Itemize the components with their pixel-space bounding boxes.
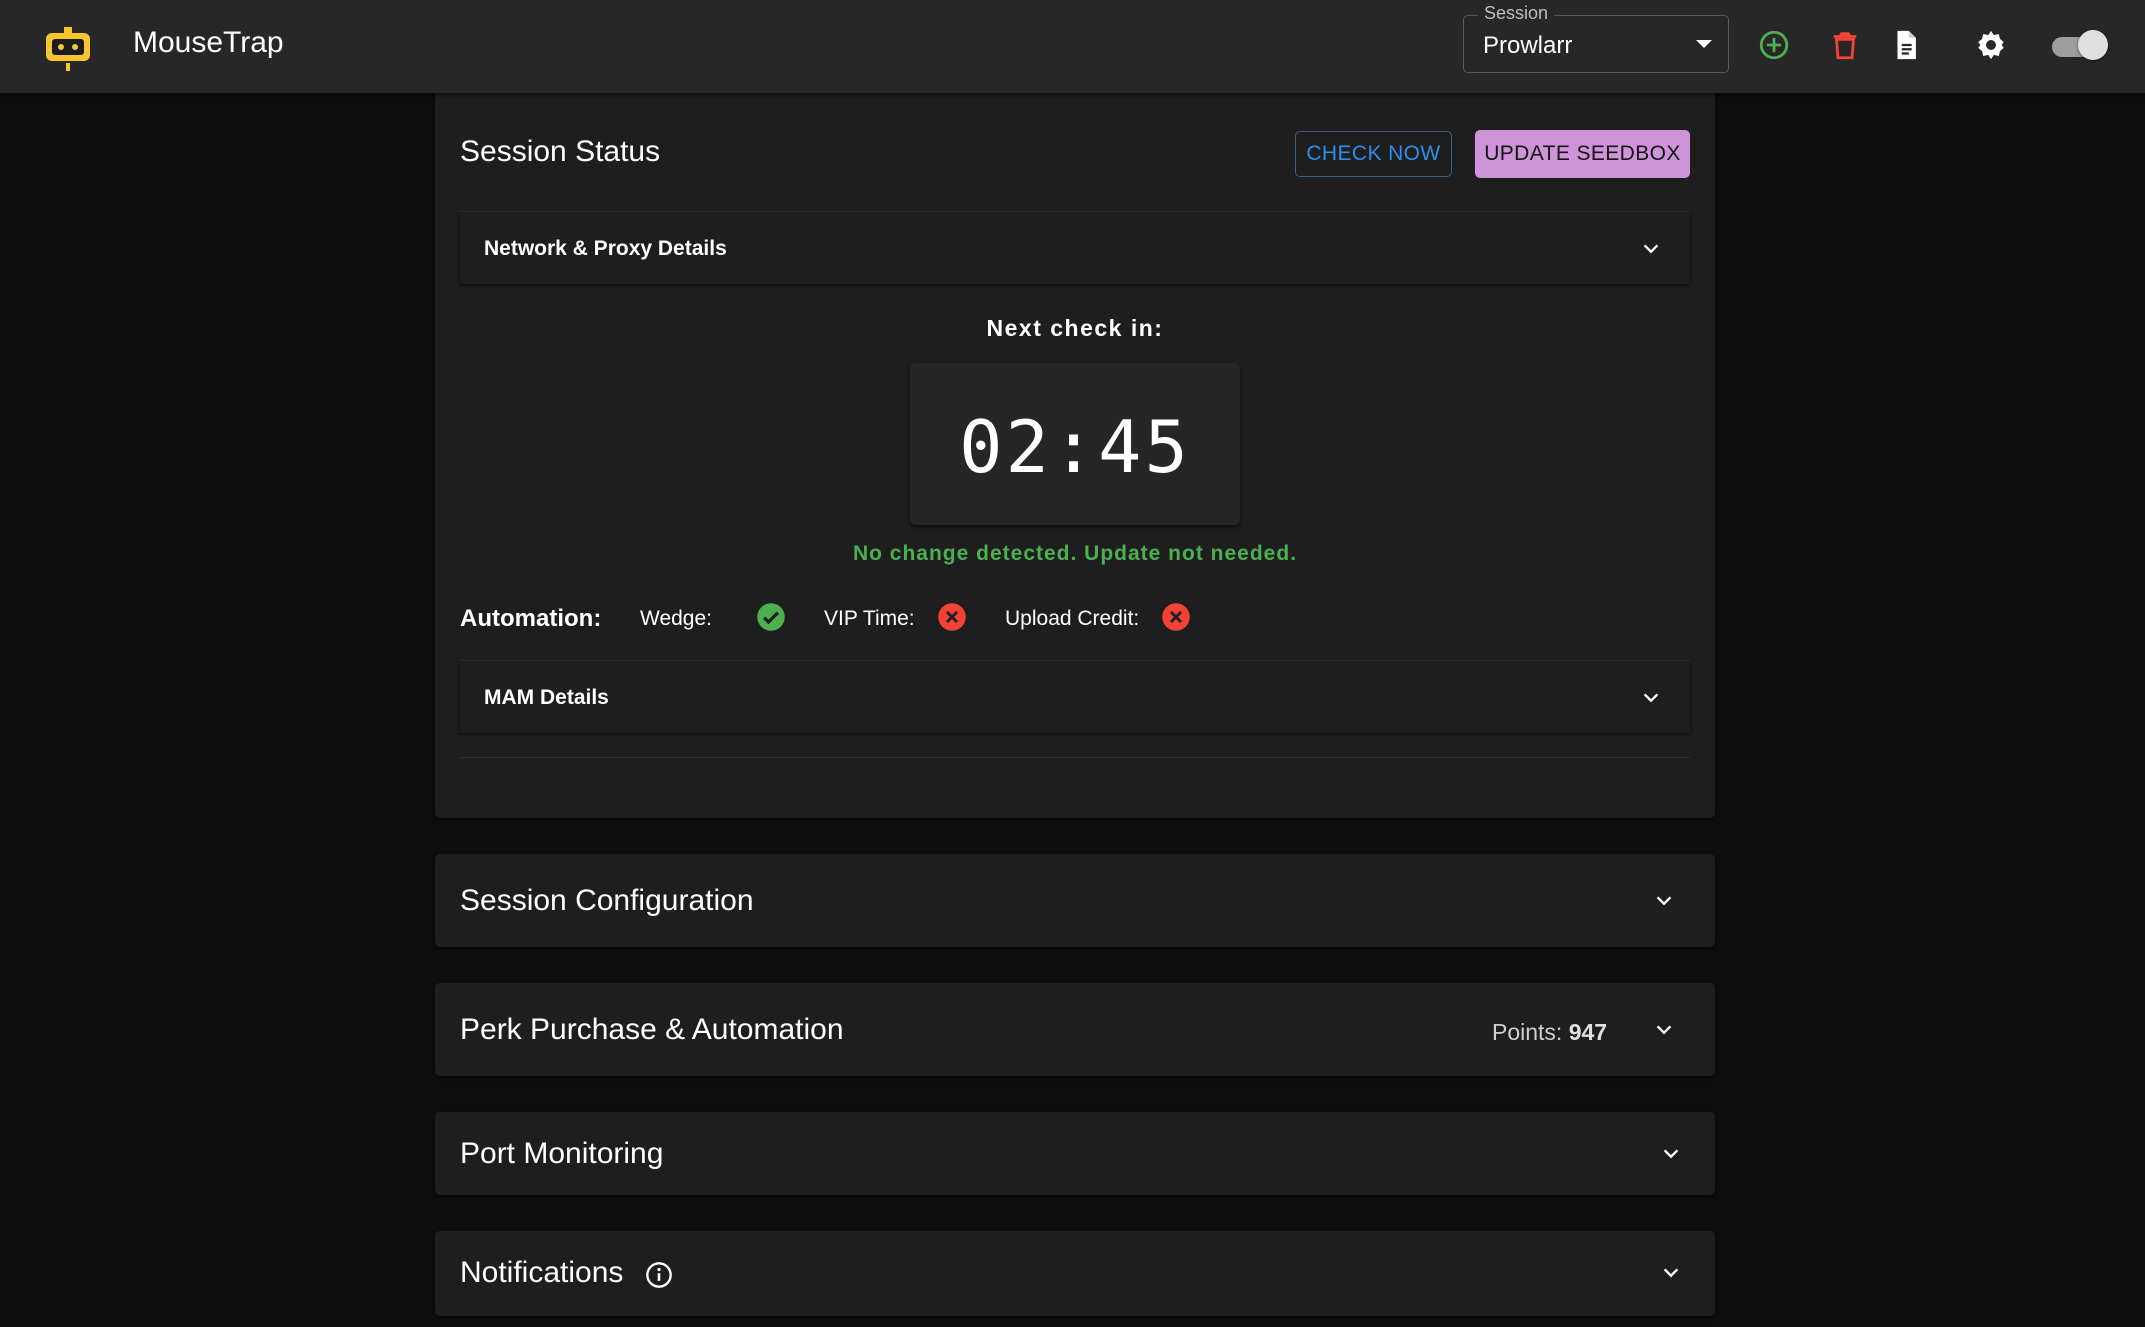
divider xyxy=(460,660,1690,661)
countdown-value: 02:45 xyxy=(959,405,1191,489)
network-proxy-label: Network & Proxy Details xyxy=(484,237,727,260)
check-now-button[interactable]: CHECK NOW xyxy=(1295,131,1452,177)
gear-icon xyxy=(1978,30,2004,60)
chevron-down-icon xyxy=(1663,1149,1679,1159)
session-configuration-card[interactable]: Session Configuration xyxy=(435,854,1715,947)
status-message: No change detected. Update not needed. xyxy=(852,542,1298,565)
app-title: MouseTrap xyxy=(133,26,284,59)
chevron-down-icon xyxy=(1656,896,1672,906)
caret-down-icon xyxy=(1696,40,1712,48)
port-monitoring-title: Port Monitoring xyxy=(460,1137,664,1170)
automation-label: Automation: xyxy=(460,605,602,632)
perk-purchase-card[interactable]: Perk Purchase & Automation Points: 947 xyxy=(435,983,1715,1076)
points-value: 947 xyxy=(1568,1019,1608,1045)
info-icon[interactable] xyxy=(645,1261,673,1289)
add-session-button[interactable] xyxy=(1753,24,1795,66)
mousetrap-logo-icon xyxy=(42,25,94,73)
check-circle-icon xyxy=(757,603,785,631)
session-select[interactable]: Session Prowlarr xyxy=(1463,3,1729,73)
notifications-card[interactable]: Notifications xyxy=(435,1231,1715,1316)
points-display: Points: 947 xyxy=(1492,1019,1607,1046)
session-configuration-title: Session Configuration xyxy=(460,884,754,917)
logs-button[interactable] xyxy=(1885,24,1927,66)
divider xyxy=(460,211,1690,212)
settings-button[interactable] xyxy=(1970,24,2012,66)
session-status-title: Session Status xyxy=(460,135,661,168)
delete-session-button[interactable] xyxy=(1824,24,1866,66)
app-bar: MouseTrap Session Prowlarr xyxy=(0,0,2145,93)
session-select-label: Session xyxy=(1478,3,1555,24)
add-circle-icon xyxy=(1759,30,1789,60)
divider xyxy=(460,757,1690,758)
document-icon xyxy=(1897,30,1916,60)
next-check-label: Next check in: xyxy=(986,315,1164,341)
countdown-timer: 02:45 xyxy=(910,363,1240,525)
chevron-down-icon xyxy=(1663,1268,1679,1278)
vip-time-label: VIP Time: xyxy=(824,607,915,630)
error-circle-icon xyxy=(1162,603,1190,631)
trash-icon xyxy=(1833,32,1857,60)
wedge-label: Wedge: xyxy=(640,607,712,630)
notifications-title: Notifications xyxy=(460,1256,624,1289)
perk-purchase-title: Perk Purchase & Automation xyxy=(460,1013,844,1046)
update-seedbox-button[interactable]: UPDATE SEEDBOX xyxy=(1475,130,1690,178)
chevron-down-icon xyxy=(1656,1025,1672,1035)
chevron-down-icon xyxy=(1643,693,1659,703)
mam-details-accordion[interactable]: MAM Details xyxy=(460,662,1690,733)
port-monitoring-card[interactable]: Port Monitoring xyxy=(435,1112,1715,1195)
session-select-value: Prowlarr xyxy=(1483,32,1573,59)
error-circle-icon xyxy=(938,603,966,631)
mam-details-label: MAM Details xyxy=(484,686,609,709)
upload-credit-label: Upload Credit: xyxy=(1005,607,1140,630)
toggle-thumb xyxy=(2078,30,2108,60)
network-proxy-accordion[interactable]: Network & Proxy Details xyxy=(460,213,1690,284)
session-status-card: Session Status CHECK NOW UPDATE SEEDBOX … xyxy=(435,93,1715,818)
chevron-down-icon xyxy=(1643,244,1659,254)
points-label: Points: xyxy=(1492,1019,1563,1045)
theme-toggle[interactable] xyxy=(2048,30,2108,60)
